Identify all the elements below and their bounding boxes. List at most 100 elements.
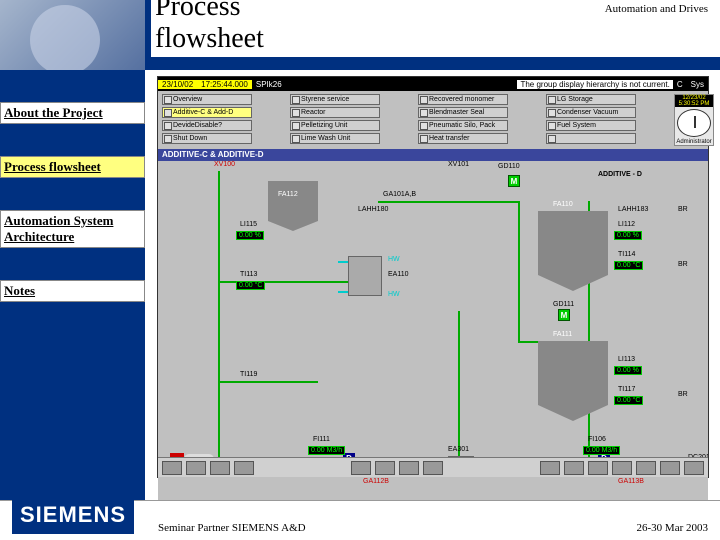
menu-reactor[interactable]: Reactor	[290, 107, 380, 118]
tag-fa112: FA112	[278, 191, 298, 198]
clock-time: 12/23/02 5:30:52 PM	[675, 95, 713, 107]
tag-ti114: TI114	[618, 251, 635, 258]
tag-hw1: HW	[388, 256, 400, 263]
hmi-node: SPIk26	[252, 80, 286, 89]
tag-li112: LI112	[618, 221, 635, 228]
tool-f[interactable]	[564, 461, 584, 475]
menu-recovered[interactable]: Recovered monomer	[418, 94, 508, 105]
tag-fa110: FA110	[553, 201, 573, 208]
tag-br3: BR	[678, 391, 688, 398]
tag-lahh183: LAHH183	[618, 206, 648, 213]
clock-user: Administrator	[676, 139, 711, 145]
menu-devicedisable[interactable]: DevideDisable?	[162, 120, 252, 131]
menu-heat[interactable]: Heat transfer	[418, 133, 508, 144]
tool-h[interactable]	[612, 461, 632, 475]
tool-prev[interactable]	[162, 461, 182, 475]
clock-panel: 12/23/02 5:30:52 PM Administrator	[674, 94, 714, 146]
tag-ti113: TI113	[240, 271, 257, 278]
tag-fa111: FA111	[553, 331, 572, 338]
value-ti114: 0.00 °C	[614, 261, 643, 270]
menu-blendmaster[interactable]: Blendmaster Seal	[418, 107, 508, 118]
tool-b[interactable]	[375, 461, 395, 475]
hmi-sys: Sys	[687, 80, 708, 89]
tag-xv100: XV100	[214, 161, 235, 168]
value-li115: 0.00 %	[236, 231, 264, 240]
motor-gd111[interactable]: M	[558, 309, 570, 321]
tool-next[interactable]	[210, 461, 230, 475]
nav-about[interactable]: About the Project	[0, 102, 145, 124]
tool-k[interactable]	[684, 461, 704, 475]
nav-automation-architecture[interactable]: Automation System Architecture	[0, 210, 145, 248]
menu-empty[interactable]	[546, 133, 636, 144]
hmi-menu: Overview Additive-C & Add-D DevideDisabl…	[158, 91, 708, 149]
tag-xv101: XV101	[448, 161, 469, 168]
value-li113: 0.00 %	[614, 366, 642, 375]
tag-li115: LI115	[240, 221, 257, 228]
hmi-section-title: ADDITIVE-C & ADDITIVE-D	[158, 149, 708, 161]
hmi-time: 17:25:44.000	[197, 80, 252, 89]
menu-overview[interactable]: Overview	[162, 94, 252, 105]
tag-ga101: GA101A,B	[383, 191, 416, 198]
tag-hw2: HW	[388, 291, 400, 298]
tag-lahh180: LAHH180	[358, 206, 388, 213]
tag-br2: BR	[678, 261, 688, 268]
vessel-fa112[interactable]	[268, 181, 318, 231]
brand-text: Automation and Drives	[603, 3, 710, 15]
hmi-toolbar	[158, 457, 708, 477]
menu-pelletizing[interactable]: Pelletizing Unit	[290, 120, 380, 131]
hmi-warning: The group display hierarchy is not curre…	[517, 80, 672, 89]
tag-ga113b: GA113B	[618, 478, 644, 485]
motor-gd110[interactable]: M	[508, 175, 520, 187]
tool-g[interactable]	[588, 461, 608, 475]
siemens-logo: SIEMENS	[12, 496, 134, 534]
clock-icon	[677, 109, 711, 137]
tag-ti117: TI117	[618, 386, 635, 393]
tag-br1: BR	[678, 206, 688, 213]
process-diagram: M M D D XV100 XV101 GD110 ADDITIVE - D F…	[158, 161, 708, 501]
tag-li113: LI113	[618, 356, 635, 363]
tag-gd110: GD110	[498, 163, 520, 170]
sidebar: About the Project Process flowsheet Auto…	[0, 70, 145, 500]
vessel-fa110[interactable]	[538, 211, 608, 291]
hmi-status: C	[673, 80, 687, 89]
menu-additive[interactable]: Additive-C & Add-D	[162, 107, 252, 118]
tool-i[interactable]	[636, 461, 656, 475]
menu-shutdown[interactable]: Shut Down	[162, 133, 252, 144]
footer-right: 26-30 Mar 2003	[637, 522, 709, 534]
tool-c[interactable]	[399, 461, 419, 475]
menu-styrene[interactable]: Styrene service	[290, 94, 380, 105]
tag-gd111: GD111	[553, 301, 574, 308]
menu-limewash[interactable]: Lime Wash Unit	[290, 133, 380, 144]
tool-a[interactable]	[351, 461, 371, 475]
menu-pneumatic[interactable]: Pneumatic Silo, Pack	[418, 120, 508, 131]
hmi-status-bar: 23/10/02 17:25:44.000 SPIk26 The group d…	[158, 77, 708, 91]
vessel-fa111[interactable]	[538, 341, 608, 421]
tag-ea301: EA301	[448, 446, 469, 453]
footer-left: Seminar Partner SIEMENS A&D	[158, 522, 306, 534]
tag-ga112b: GA112B	[363, 478, 389, 485]
value-li112: 0.00 %	[614, 231, 642, 240]
value-fi111: 0.00 M3/h	[308, 446, 345, 455]
tag-ti119: TI119	[240, 371, 257, 378]
tool-stop[interactable]	[234, 461, 254, 475]
tool-play[interactable]	[186, 461, 206, 475]
value-ti117: 0.00 °C	[614, 396, 643, 405]
tag-ea110: EA110	[388, 271, 409, 278]
value-ti113: 0.00 °C	[236, 281, 265, 290]
menu-fuel[interactable]: Fuel System	[546, 120, 636, 131]
tool-j[interactable]	[660, 461, 680, 475]
tag-additive-d: ADDITIVE - D	[598, 171, 642, 178]
menu-condenser[interactable]: Condenser Vacuum	[546, 107, 636, 118]
nav-process-flowsheet[interactable]: Process flowsheet	[0, 156, 145, 178]
footer: SIEMENS Seminar Partner SIEMENS A&D 26-3…	[0, 500, 720, 540]
tag-fi106: FI106	[588, 436, 606, 443]
tool-d[interactable]	[423, 461, 443, 475]
tool-e[interactable]	[540, 461, 560, 475]
value-fi106: 0.00 M3/h	[583, 446, 620, 455]
nav-notes[interactable]: Notes	[0, 280, 145, 302]
hmi-screen: 23/10/02 17:25:44.000 SPIk26 The group d…	[157, 76, 709, 478]
tag-fi111: FI111	[313, 436, 330, 443]
menu-lgstorage[interactable]: LG Storage	[546, 94, 636, 105]
exchanger-ea110[interactable]	[348, 256, 382, 296]
banner-image	[0, 0, 145, 70]
